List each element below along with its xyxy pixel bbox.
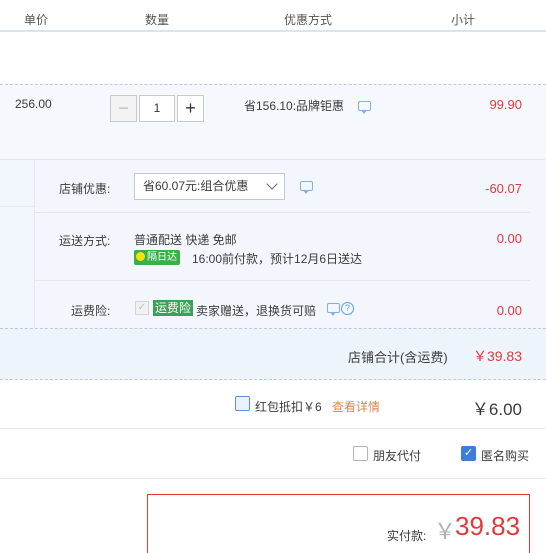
item-promo: 省156.10:品牌钜惠: [244, 99, 345, 113]
shipping-method: 普通配送 快递 免邮: [134, 233, 237, 247]
header-price: 单价: [24, 13, 49, 27]
table-header: 单价 数量 优惠方式 小计: [0, 0, 546, 32]
insurance-checkbox: ✓: [135, 301, 149, 315]
shop-discount-selected: 省60.07元:组合优惠: [143, 179, 249, 193]
shop-total-value: ￥39.83: [472, 348, 522, 364]
red-packet-details-link[interactable]: 查看详情: [332, 398, 380, 415]
divider: [34, 280, 530, 281]
chat-icon[interactable]: [327, 303, 340, 316]
shop-discount-value: -60.07: [485, 181, 522, 196]
divider: [34, 212, 530, 213]
anonymous-checkbox[interactable]: ✓: [461, 446, 476, 461]
chat-icon[interactable]: [358, 101, 371, 114]
divider: [0, 478, 546, 479]
shop-discount-label: 店铺优惠:: [59, 182, 111, 196]
payment-label: 实付款:: [387, 529, 427, 543]
divider: [0, 428, 546, 429]
red-packet-amount: ￥6.00: [471, 400, 522, 419]
quantity-increase-button[interactable]: +: [177, 95, 204, 122]
cart-item-row: [0, 84, 546, 160]
friend-pay-checkbox[interactable]: [353, 446, 368, 461]
shop-total-row: [0, 328, 546, 380]
header-discount: 优惠方式: [284, 13, 333, 27]
payment-amount: 39.83: [455, 511, 521, 541]
next-day-badge: 隔日达: [134, 250, 180, 265]
shop-discount-select[interactable]: 省60.07元:组合优惠: [134, 173, 285, 200]
delivery-note: 16:00前付款，预计12月6日送达: [192, 252, 363, 266]
clock-icon: [136, 252, 145, 261]
red-packet-checkbox[interactable]: [235, 396, 250, 411]
insurance-value: 0.00: [496, 303, 522, 318]
help-icon[interactable]: ?: [341, 302, 354, 315]
red-packet-label: 红包抵扣￥6: [255, 400, 322, 414]
next-day-badge-label: 隔日达: [147, 252, 177, 263]
item-subtotal: 99.90: [489, 97, 522, 112]
anonymous-label: 匿名购买: [481, 449, 530, 463]
friend-pay-label: 朋友代付: [373, 449, 422, 463]
insurance-badge: 运费险: [153, 300, 194, 316]
insurance-desc: 卖家赠送，退换货可赔: [196, 304, 317, 318]
header-quantity: 数量: [145, 13, 170, 27]
divider: [0, 206, 34, 207]
shipping-label: 运送方式:: [59, 234, 111, 248]
header-subtotal: 小计: [451, 13, 476, 27]
payment-currency: ￥: [434, 519, 457, 544]
quantity-input[interactable]: 1: [139, 95, 175, 122]
shipping-value: 0.00: [496, 231, 522, 246]
quantity-decrease-button[interactable]: −: [110, 95, 137, 122]
shop-total-label: 店铺合计(含运费): [348, 350, 448, 365]
chevron-down-icon: [266, 178, 278, 190]
unit-price: 256.00: [15, 97, 52, 111]
chat-icon[interactable]: [300, 181, 313, 194]
insurance-label: 运费险:: [71, 304, 111, 318]
